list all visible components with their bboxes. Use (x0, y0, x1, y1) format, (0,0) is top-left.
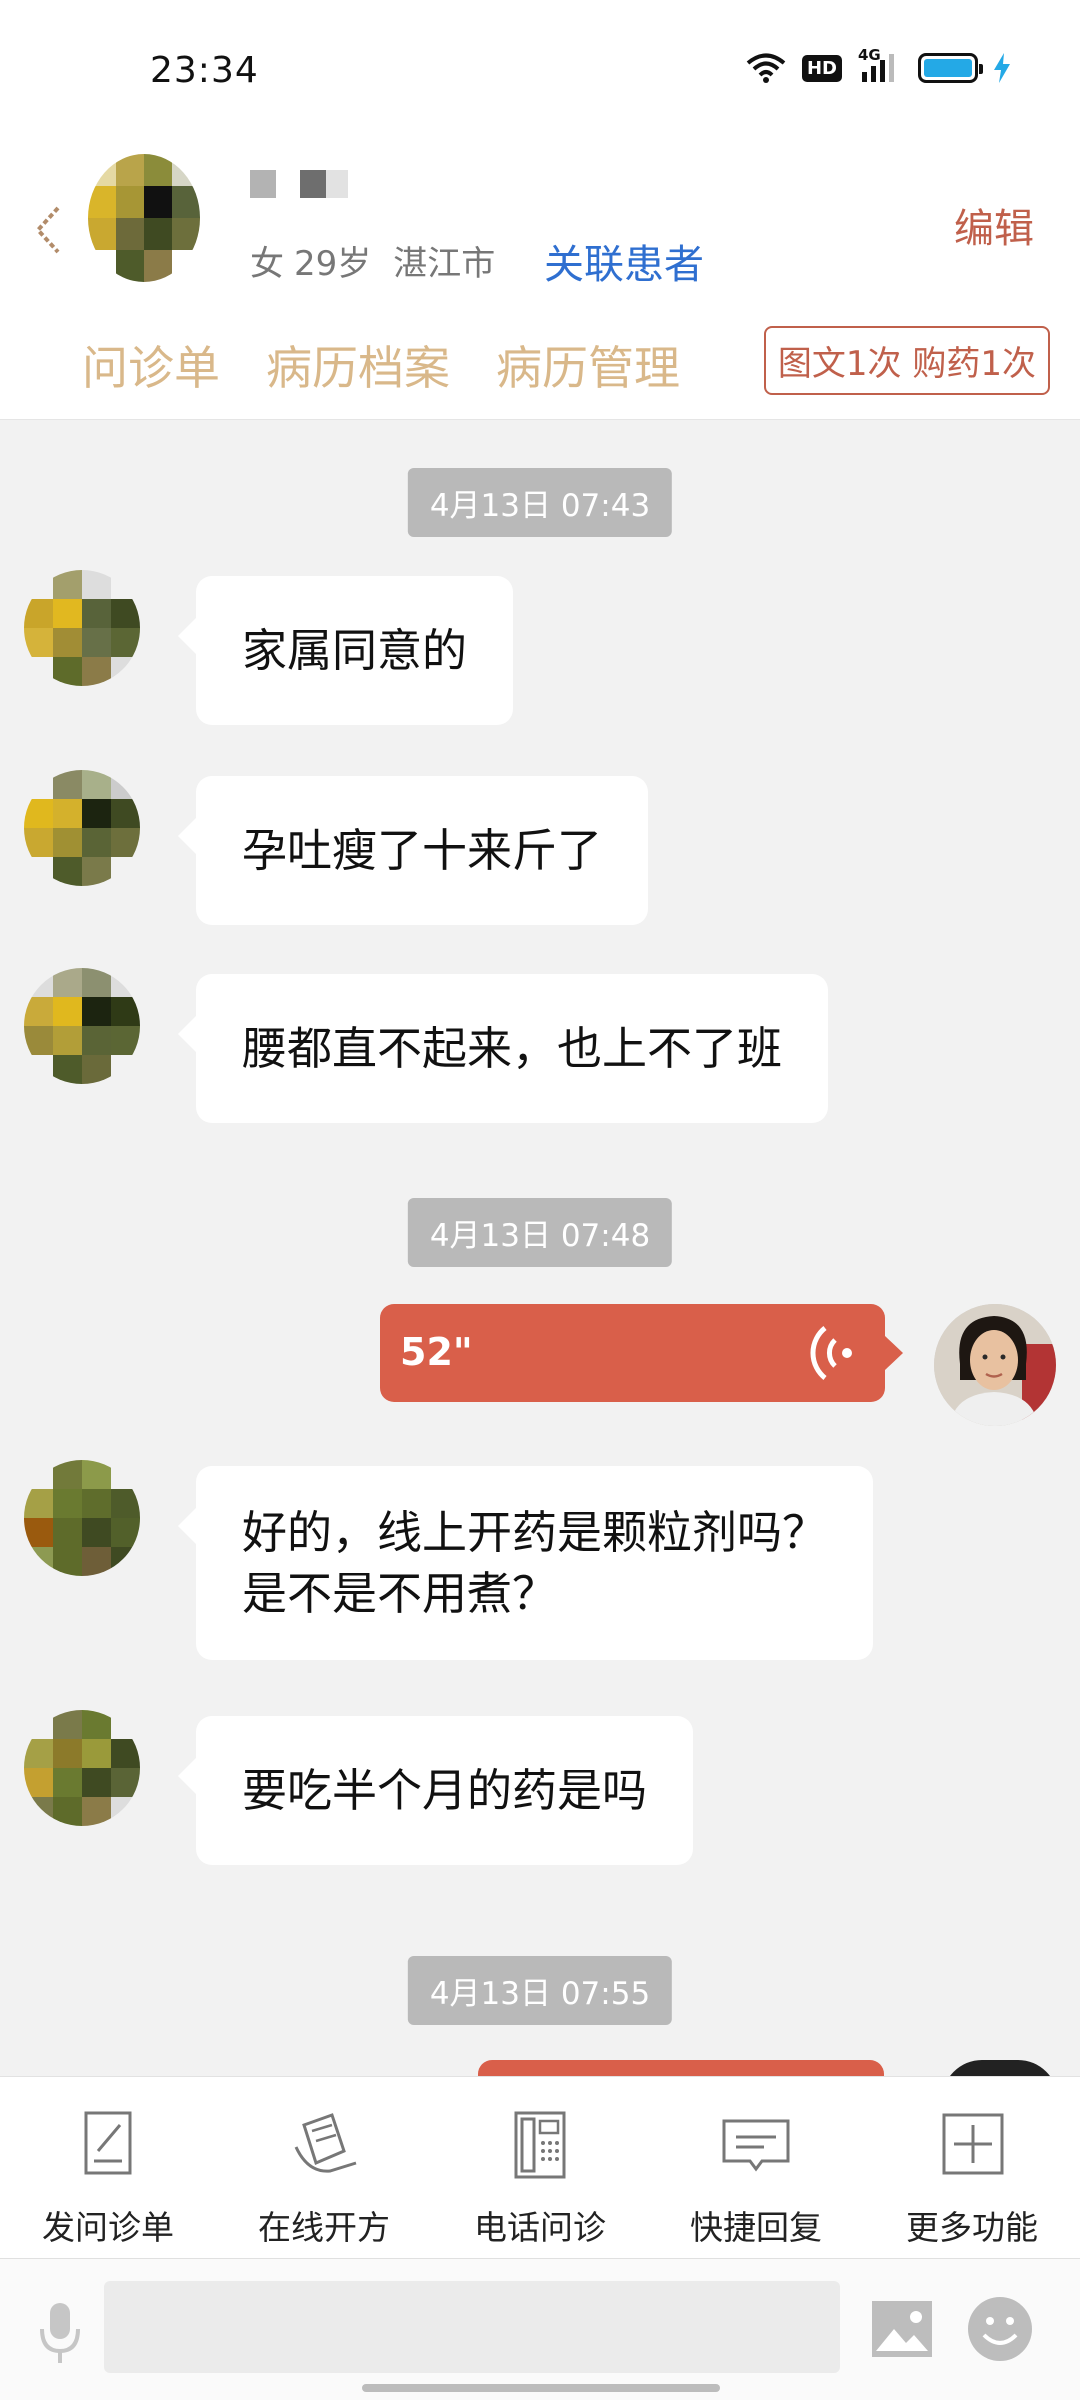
form-edit-icon (84, 2111, 132, 2175)
home-indicator[interactable] (362, 2384, 720, 2392)
input-bar (0, 2258, 1080, 2400)
patient-message-avatar[interactable] (24, 968, 140, 1084)
chat-message-list[interactable]: 4月13日 07:43 家属同意的 孕吐瘦了十来斤了 腰都直不起来，也上不了班 … (0, 420, 1080, 2076)
service-quota-badge[interactable]: 图文1次 购药1次 (763, 326, 1050, 395)
message-input[interactable] (104, 2281, 840, 2373)
patient-gender: 女 (250, 244, 284, 284)
chat-header: 女 29岁 湛江市 关联患者 编辑 问诊单 病历档案 病历管理 图文1次 购药1… (0, 140, 1080, 420)
plus-box-icon (942, 2113, 1004, 2175)
patient-message-avatar[interactable] (24, 1710, 140, 1826)
tab-medical-records[interactable]: 病历档案 (266, 332, 450, 398)
partial-message-bubble[interactable] (478, 2060, 884, 2076)
message-bubble[interactable]: 好的，线上开药是颗粒剂吗？ 是不是不用煮？ (177, 1466, 874, 1661)
prescription-icon (294, 2113, 357, 2173)
message-bubble[interactable]: 要吃半个月的药是吗 (177, 1716, 694, 1866)
charging-icon (994, 53, 1010, 83)
wifi-icon (746, 53, 786, 83)
patient-city: 湛江市 (393, 244, 496, 284)
patient-name-redacted (250, 170, 348, 198)
hd-badge: HD (801, 54, 842, 82)
image-icon[interactable] (870, 2299, 934, 2359)
quick-reply-button[interactable]: 快捷回复 (648, 2077, 864, 2258)
link-patient-button[interactable]: 关联患者 (544, 232, 704, 290)
timestamp: 4月13日 07:48 (407, 1198, 673, 1267)
clock: 23:34 (150, 50, 259, 91)
cell-signal-icon: 4G (858, 46, 902, 84)
patient-message-avatar[interactable] (24, 1460, 140, 1576)
send-form-button[interactable]: 发问诊单 (0, 2077, 216, 2258)
online-prescription-button[interactable]: 在线开方 (216, 2077, 432, 2258)
phone-consultation-button[interactable]: 电话问诊 (432, 2077, 648, 2258)
header-tabs: 问诊单 病历档案 病历管理 (82, 332, 680, 398)
phone-icon (514, 2111, 566, 2179)
voice-duration: 52" (400, 1330, 473, 1374)
doctor-avatar[interactable] (942, 2060, 1058, 2076)
patient-avatar[interactable] (88, 154, 200, 282)
more-functions-button[interactable]: 更多功能 (864, 2077, 1080, 2258)
tab-consultation-form[interactable]: 问诊单 (82, 332, 220, 398)
message-bubble[interactable]: 家属同意的 (177, 576, 514, 726)
voice-wave-icon (810, 1326, 852, 1380)
status-bar: 23:34 HD 4G (0, 0, 1080, 140)
battery-icon (918, 53, 983, 83)
patient-info: 女 29岁 湛江市 (250, 236, 495, 285)
microphone-icon[interactable] (34, 2301, 86, 2367)
message-bubble[interactable]: 孕吐瘦了十来斤了 (177, 776, 649, 926)
quick-reply-icon (722, 2119, 790, 2172)
tab-records-management[interactable]: 病历管理 (496, 332, 680, 398)
status-icons: HD 4G (746, 46, 1010, 84)
timestamp: 4月13日 07:55 (407, 1956, 673, 2025)
patient-age: 29岁 (294, 244, 372, 284)
timestamp: 4月13日 07:43 (407, 468, 673, 537)
emoji-icon[interactable] (966, 2295, 1034, 2363)
edit-button[interactable]: 编辑 (954, 196, 1034, 254)
doctor-avatar[interactable] (934, 1304, 1056, 1426)
function-toolbar: 发问诊单 在线开方 电话问诊 快捷回复 更多功能 (0, 2076, 1080, 2258)
voice-message-bubble[interactable]: 52" (380, 1304, 903, 1402)
back-arrow-icon[interactable] (28, 200, 68, 260)
patient-message-avatar[interactable] (24, 770, 140, 886)
patient-message-avatar[interactable] (24, 570, 140, 686)
message-bubble[interactable]: 腰都直不起来，也上不了班 (177, 974, 829, 1124)
